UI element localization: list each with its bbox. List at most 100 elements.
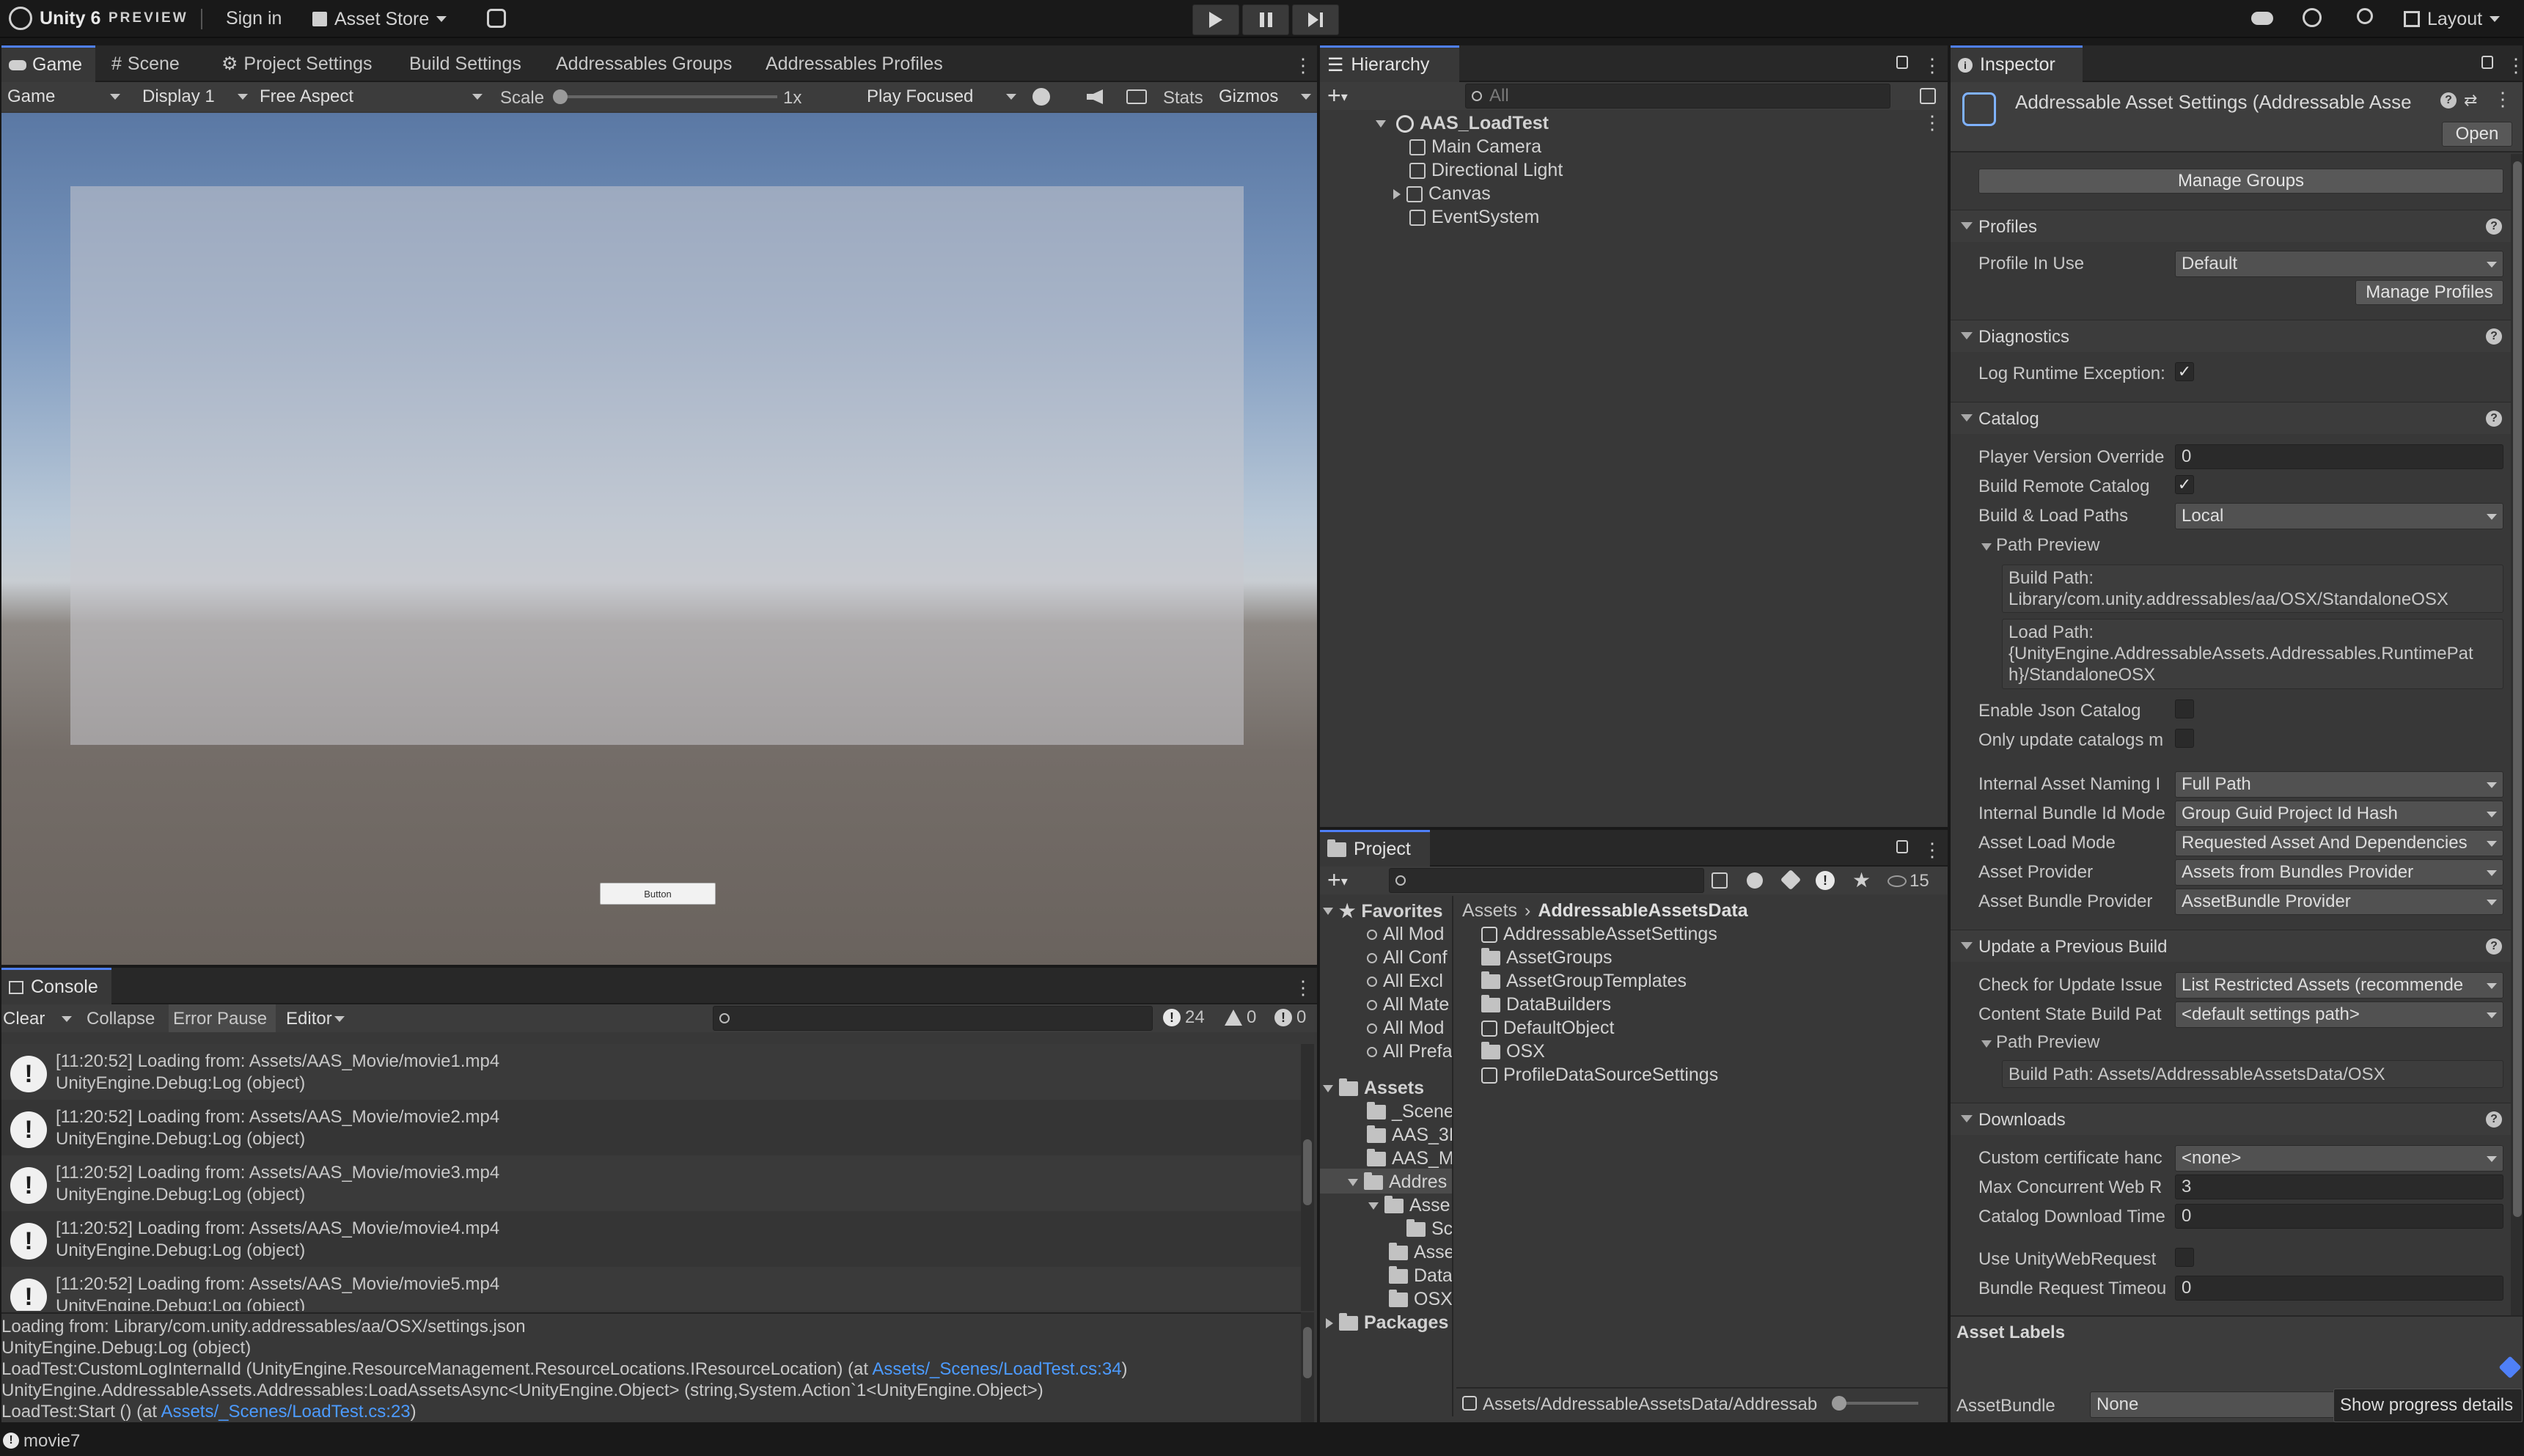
enable-json-checkbox[interactable]: [2175, 699, 2194, 718]
help-icon[interactable]: ?: [2486, 328, 2502, 345]
pause-button[interactable]: [1242, 4, 1289, 35]
source-link[interactable]: Assets/_Scenes/LoadTest.cs:23: [161, 1402, 410, 1422]
tab-game[interactable]: Game: [1, 45, 95, 82]
content-state-dropdown[interactable]: <default settings path>: [2175, 1001, 2503, 1028]
tab-hierarchy[interactable]: ☰ Hierarchy: [1320, 45, 1459, 82]
profile-in-use-dropdown[interactable]: Default: [2175, 251, 2503, 277]
tree-folder[interactable]: Sc: [1406, 1218, 1452, 1240]
more-menu-icon[interactable]: ⋮: [1923, 54, 1942, 77]
tree-item-directional-light[interactable]: Directional Light: [1409, 160, 1563, 181]
hierarchy-search-input[interactable]: All: [1465, 84, 1890, 109]
tree-folder[interactable]: _Scene: [1367, 1101, 1452, 1122]
tree-folder[interactable]: OSX: [1389, 1289, 1452, 1310]
tree-folder[interactable]: AAS_M: [1367, 1148, 1452, 1169]
tab-build-settings[interactable]: Build Settings: [402, 45, 529, 82]
scene-root[interactable]: AAS_LoadTest: [1376, 113, 1549, 134]
path-preview-foldout[interactable]: Path Preview: [1981, 535, 2099, 556]
tab-console[interactable]: Console: [1, 968, 111, 1004]
file-item[interactable]: AssetGroupTemplates: [1481, 971, 1687, 992]
tree-folder[interactable]: Datal: [1389, 1265, 1452, 1287]
use-uwr-checkbox[interactable]: [2175, 1248, 2194, 1267]
file-item[interactable]: AssetGroups: [1481, 947, 1613, 968]
assets-folder[interactable]: Assets: [1323, 1078, 1424, 1099]
step-button[interactable]: [1292, 4, 1339, 35]
tree-folder-selected[interactable]: Addres: [1348, 1172, 1447, 1193]
layout-dropdown[interactable]: Layout: [2404, 7, 2501, 31]
cloud-settings-icon[interactable]: [487, 9, 506, 28]
favorite-item[interactable]: All Mod: [1367, 924, 1444, 945]
collapse-button[interactable]: Collapse: [87, 1009, 155, 1029]
update-build-section-header[interactable]: Update a Previous Build?: [1951, 930, 2511, 962]
scrollbar-thumb[interactable]: [1303, 1327, 1312, 1378]
file-item[interactable]: DataBuilders: [1481, 994, 1611, 1015]
editor-dropdown[interactable]: Editor: [280, 1006, 351, 1032]
error-count-toggle[interactable]: ! 0: [1274, 1007, 1306, 1028]
open-button[interactable]: Open: [2442, 122, 2512, 147]
help-icon[interactable]: ?: [2486, 1111, 2502, 1128]
breadcrumb-current[interactable]: AddressableAssetsData: [1538, 900, 1747, 922]
favorite-item[interactable]: All Excl: [1367, 971, 1443, 992]
sign-in-button[interactable]: Sign in: [226, 8, 282, 29]
gizmos-dropdown[interactable]: Gizmos: [1213, 84, 1317, 110]
manage-profiles-button[interactable]: Manage Profiles: [2355, 280, 2503, 305]
hidden-count[interactable]: 15: [1888, 871, 1929, 891]
audio-icon[interactable]: [1087, 89, 1103, 104]
favorite-star-icon[interactable]: ★: [1852, 868, 1871, 892]
list-item[interactable]: ! [11:20:52] Loading from: Assets/AAS_Mo…: [1, 1211, 1301, 1267]
play-button[interactable]: [1192, 4, 1239, 35]
icon-size-slider[interactable]: [1832, 1396, 1918, 1411]
file-item[interactable]: DefaultObject: [1481, 1018, 1614, 1039]
help-icon[interactable]: ?: [2486, 411, 2502, 427]
tree-folder[interactable]: Asse: [1389, 1242, 1452, 1263]
help-icon[interactable]: ?: [2440, 92, 2457, 109]
tree-folder[interactable]: Asse: [1368, 1195, 1450, 1216]
catalog-timeout-field[interactable]: 0: [2175, 1204, 2503, 1229]
tab-addressables-groups[interactable]: Addressables Groups: [549, 45, 739, 82]
ui-button[interactable]: Button: [600, 883, 716, 905]
more-menu-icon[interactable]: ⋮: [1294, 977, 1313, 999]
source-link[interactable]: Assets/_Scenes/LoadTest.cs:34: [872, 1359, 1121, 1379]
label-filter-icon[interactable]: [1780, 869, 1802, 891]
project-search-input[interactable]: [1389, 868, 1704, 893]
search-scope-icon[interactable]: [1712, 872, 1728, 889]
file-item[interactable]: ProfileDataSourceSettings: [1481, 1065, 1718, 1086]
stats-button[interactable]: Stats: [1163, 88, 1203, 109]
filter-type-icon[interactable]: [1747, 872, 1763, 889]
add-button[interactable]: +▾: [1327, 82, 1348, 109]
tree-folder[interactable]: AAS_3D: [1367, 1125, 1452, 1146]
bundle-provider-dropdown[interactable]: AssetBundle Provider: [2175, 889, 2503, 915]
history-icon[interactable]: [2303, 8, 2322, 27]
profiles-section-header[interactable]: Profiles?: [1951, 210, 2511, 242]
catalog-section-header[interactable]: Catalog?: [1951, 402, 2511, 434]
lock-icon[interactable]: [1896, 840, 1908, 853]
packages-folder[interactable]: Packages: [1323, 1312, 1448, 1334]
search-icon[interactable]: [2357, 8, 2373, 24]
list-item[interactable]: ! [11:20:52] Loading from: Assets/AAS_Mo…: [1, 1044, 1301, 1100]
tab-project[interactable]: Project: [1320, 830, 1430, 867]
breadcrumb-root[interactable]: Assets: [1462, 900, 1517, 922]
downloads-section-header[interactable]: Downloads?: [1951, 1103, 2511, 1135]
favorites-header[interactable]: ★ Favorites: [1323, 900, 1443, 922]
file-item[interactable]: OSX: [1481, 1041, 1545, 1062]
add-button[interactable]: +▾: [1327, 867, 1348, 894]
display-dropdown[interactable]: Display 1: [136, 84, 254, 110]
manage-groups-button[interactable]: Manage Groups: [1978, 169, 2503, 194]
player-version-field[interactable]: 0: [2175, 444, 2503, 469]
update-path-preview-foldout[interactable]: Path Preview: [1981, 1032, 2099, 1053]
lock-icon[interactable]: [1896, 56, 1908, 69]
lock-icon[interactable]: [2481, 56, 2493, 69]
scale-slider[interactable]: [553, 89, 777, 104]
tab-addressables-profiles[interactable]: Addressables Profiles: [758, 45, 950, 82]
log-count-toggle[interactable]: ! 24: [1163, 1007, 1205, 1028]
status-message[interactable]: movie7: [23, 1431, 80, 1452]
more-menu-icon[interactable]: ⋮: [1294, 54, 1313, 77]
tab-scene[interactable]: # Scene: [104, 45, 187, 82]
build-remote-checkbox[interactable]: ✓: [2175, 475, 2194, 494]
detail-scrollbar[interactable]: [1301, 1312, 1314, 1422]
check-update-dropdown[interactable]: List Restricted Assets (recommende: [2175, 972, 2503, 999]
list-item[interactable]: ! [11:20:52] Loading from: Assets/AAS_Mo…: [1, 1155, 1301, 1211]
search-scope-icon[interactable]: [1920, 88, 1936, 104]
diagnostics-section-header[interactable]: Diagnostics?: [1951, 320, 2511, 352]
tree-item-canvas[interactable]: Canvas: [1393, 183, 1491, 205]
scale-slider-thumb[interactable]: [553, 89, 568, 104]
